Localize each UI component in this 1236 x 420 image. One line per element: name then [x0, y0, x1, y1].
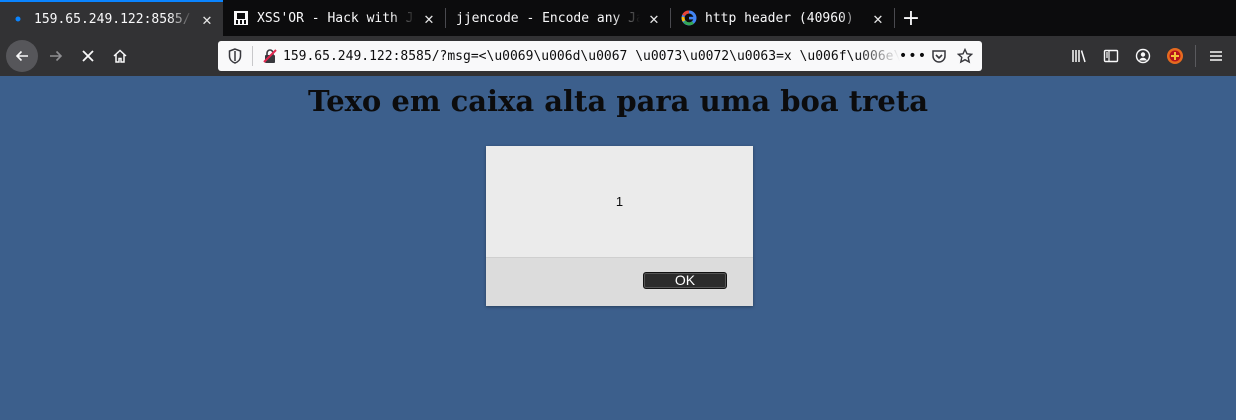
tab-title: http header (40960) - Google Search — [705, 10, 864, 26]
sidebar-button[interactable] — [1095, 40, 1127, 72]
tab-title: XSS'OR - Hack with JavaScript — [257, 10, 415, 26]
extension-hackbar-icon — [1167, 48, 1183, 64]
page-actions-icon[interactable]: ••• — [899, 43, 926, 69]
tab-xssor[interactable]: XSS'OR - Hack with JavaScript ✕ — [223, 0, 445, 36]
shield-icon[interactable] — [222, 43, 248, 69]
sidebar-icon — [1103, 49, 1119, 63]
url-text: 159.65.249.122:8585/?msg=<\u0069\u006d\u… — [283, 48, 900, 64]
bookmark-star-icon[interactable] — [952, 43, 978, 69]
close-tab-icon[interactable]: ✕ — [421, 9, 437, 28]
forward-button[interactable] — [40, 40, 72, 72]
new-tab-button[interactable]: + — [895, 0, 927, 36]
page-heading: Texo em caixa alta para uma boa treta — [307, 84, 929, 118]
navigation-toolbar: 159.65.249.122:8585/?msg=<\u0069\u006d\u… — [0, 36, 1236, 76]
google-icon — [681, 10, 697, 26]
tab-google[interactable]: http header (40960) - Google Search ✕ — [671, 0, 894, 36]
pocket-icon[interactable] — [926, 43, 952, 69]
home-button[interactable] — [104, 40, 136, 72]
insecure-lock-icon[interactable] — [257, 43, 283, 69]
extension-button[interactable] — [1159, 40, 1191, 72]
alert-dialog: 1 OK — [486, 146, 753, 306]
alert-message: 1 — [615, 194, 624, 209]
menu-button[interactable] — [1200, 40, 1232, 72]
alert-footer: OK — [486, 257, 753, 306]
tab-active[interactable]: 159.65.249.122:8585/ ✕ — [0, 0, 223, 36]
stop-x-icon — [82, 50, 94, 62]
hamburger-menu-icon — [1210, 51, 1222, 61]
home-icon — [113, 49, 127, 63]
close-tab-icon[interactable]: ✕ — [646, 9, 662, 28]
tab-strip: 159.65.249.122:8585/ ✕ XSS'OR - Hack wit… — [0, 0, 1236, 36]
account-button[interactable] — [1127, 40, 1159, 72]
close-tab-icon[interactable]: ✕ — [870, 9, 886, 28]
url-divider — [252, 46, 253, 66]
back-arrow-icon — [15, 50, 28, 62]
tab-title: 159.65.249.122:8585/ — [34, 11, 191, 27]
loading-dot-icon — [10, 11, 26, 27]
toolbar-right — [1063, 40, 1236, 72]
tab-jjencode[interactable]: jjencode - Encode any JavaScript ✕ — [446, 0, 670, 36]
ok-button[interactable]: OK — [643, 272, 727, 289]
library-button[interactable] — [1063, 40, 1095, 72]
tab-title: jjencode - Encode any JavaScript — [456, 10, 640, 26]
back-button[interactable] — [6, 40, 38, 72]
forward-arrow-icon — [50, 50, 63, 62]
toolbar-separator — [1195, 45, 1196, 67]
close-tab-icon[interactable]: ✕ — [199, 10, 215, 29]
address-bar[interactable]: 159.65.249.122:8585/?msg=<\u0069\u006d\u… — [218, 41, 982, 71]
stop-button[interactable] — [72, 40, 104, 72]
account-icon — [1135, 48, 1151, 64]
library-icon — [1072, 50, 1086, 63]
xssor-icon — [233, 10, 249, 26]
